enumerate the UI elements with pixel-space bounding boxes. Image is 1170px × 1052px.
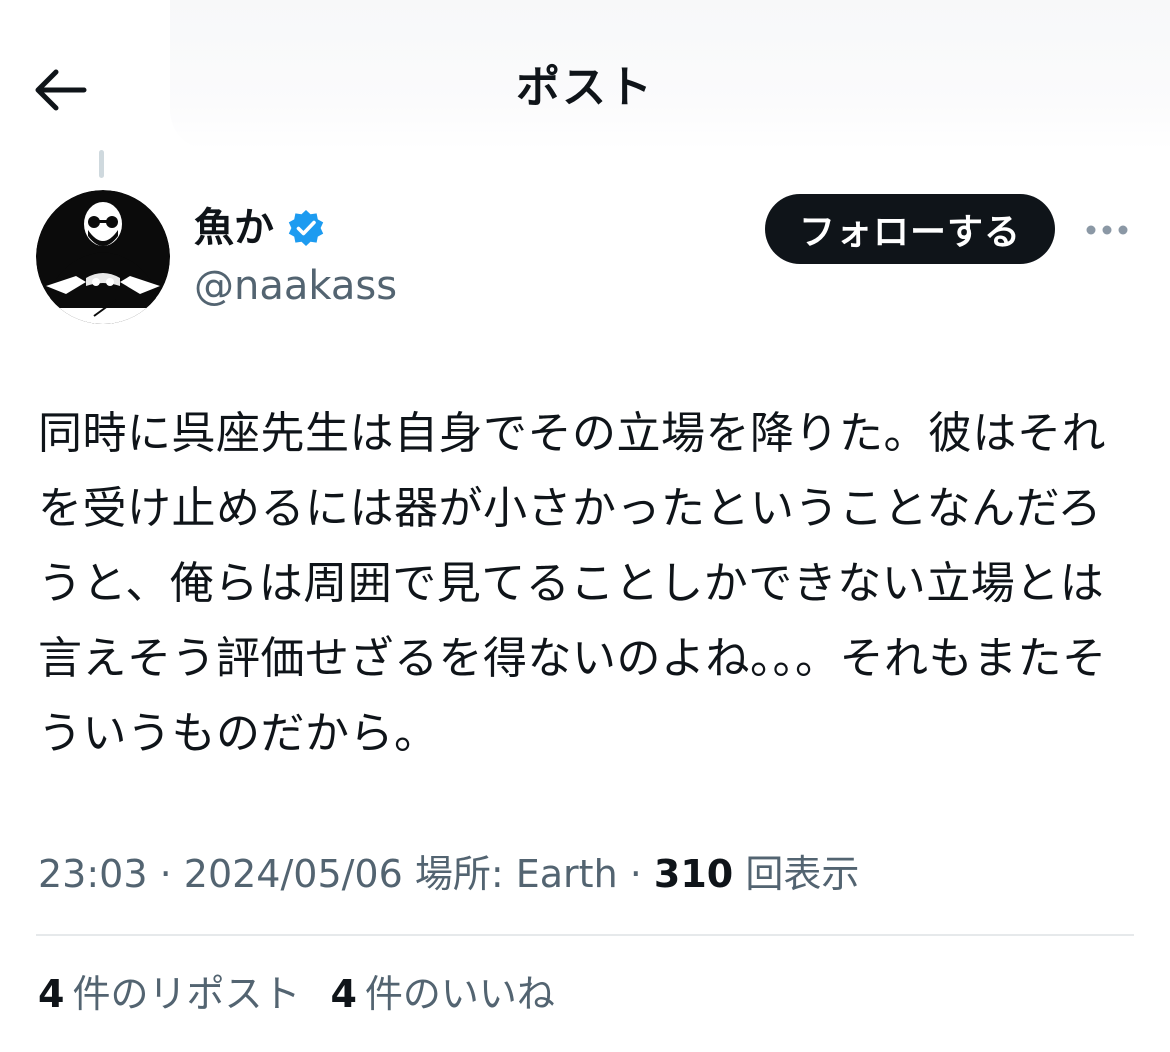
- post-date[interactable]: 2024/05/06: [184, 852, 403, 896]
- meta-separator: ·: [147, 852, 184, 896]
- display-name[interactable]: 魚か: [194, 200, 274, 256]
- post-meta: 23:03 · 2024/05/06 場所: Earth · 310 回表示: [38, 846, 1138, 902]
- author-info[interactable]: 魚か @naakass: [194, 200, 397, 314]
- views-label: 回表示: [733, 852, 860, 896]
- likes-label: 件のいいね: [364, 972, 555, 1016]
- views-count: 310: [653, 852, 734, 896]
- more-options-button[interactable]: [1082, 210, 1132, 250]
- reposts-count: 4: [38, 972, 65, 1016]
- page-title: ポスト: [516, 62, 654, 113]
- post-location: 場所: Earth: [402, 852, 618, 896]
- verified-badge-icon[interactable]: [286, 208, 326, 248]
- meta-separator: ·: [617, 852, 654, 896]
- divider: [36, 934, 1134, 936]
- likes-stat[interactable]: 4 件のいいね: [330, 966, 554, 1022]
- top-navigation-bar: ポスト: [0, 0, 1170, 150]
- follow-button[interactable]: フォローする: [765, 194, 1055, 264]
- user-handle[interactable]: @naakass: [194, 258, 397, 314]
- avatar[interactable]: [36, 190, 170, 324]
- post-stats: 4 件のリポスト 4 件のいいね: [38, 966, 585, 1022]
- post-text: 同時に呉座先生は自身でその立場を降りた。彼はそれを受け止めるには器が小さかったと…: [38, 408, 1107, 759]
- more-dots-icon: [1086, 225, 1128, 235]
- reposts-stat[interactable]: 4 件のリポスト: [38, 966, 300, 1022]
- post-time[interactable]: 23:03: [38, 852, 148, 896]
- likes-count: 4: [330, 972, 357, 1016]
- display-name-row: 魚か: [194, 200, 397, 256]
- thread-connector-line: [99, 150, 104, 178]
- profile-avatar: [36, 190, 170, 324]
- reposts-label: 件のリポスト: [72, 972, 301, 1016]
